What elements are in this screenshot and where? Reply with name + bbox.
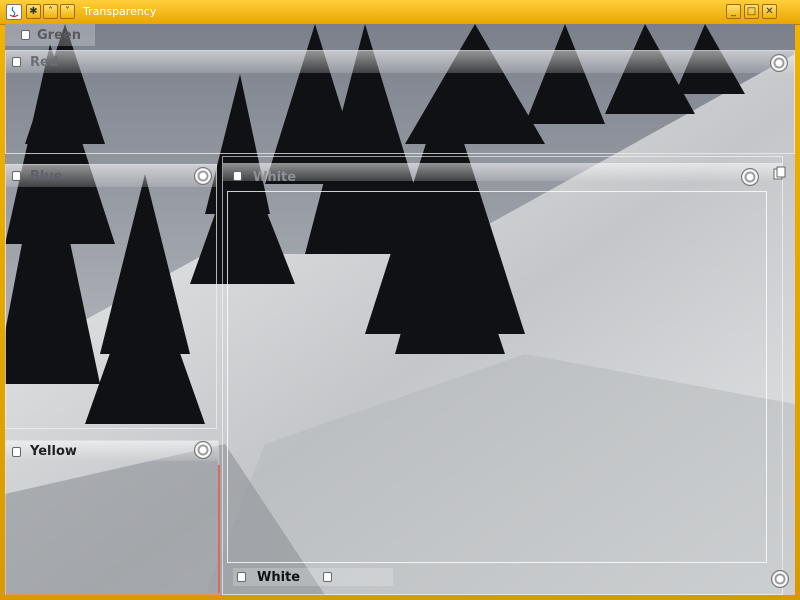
white-bottom-panel: White xyxy=(233,568,393,586)
title-bar[interactable]: ✱ ˄ ˅ Transparency _ □ ✕ xyxy=(0,0,800,25)
green-label: Green xyxy=(37,28,81,43)
radial-icon[interactable] xyxy=(741,168,759,186)
copy-icon[interactable] xyxy=(773,166,787,180)
red-panel: Red xyxy=(5,50,795,154)
red-checkbox[interactable] xyxy=(12,57,21,67)
extra-checkbox[interactable] xyxy=(323,572,332,582)
white-panel: White xyxy=(222,156,783,595)
yellow-checkbox[interactable] xyxy=(12,447,21,457)
transparency-canvas: Green Red Blue White Yellow White xyxy=(5,24,795,595)
radial-icon[interactable] xyxy=(771,570,789,588)
white-panel-header[interactable] xyxy=(223,163,782,181)
green-checkbox[interactable] xyxy=(21,30,30,40)
white-checkbox[interactable] xyxy=(233,171,242,181)
radial-icon[interactable] xyxy=(194,441,212,459)
yellow-panel: Yellow xyxy=(5,440,220,595)
yellow-panel-bottom-edge xyxy=(6,593,220,595)
sun-icon[interactable]: ✱ xyxy=(26,4,41,19)
chevron-up-icon[interactable]: ˄ xyxy=(43,4,58,19)
red-label: Red xyxy=(30,55,59,70)
blue-panel: Blue xyxy=(5,164,217,429)
maximize-icon[interactable]: □ xyxy=(744,4,759,19)
white-label: White xyxy=(253,170,297,185)
minimize-icon[interactable]: _ xyxy=(726,4,741,19)
chevron-down-icon[interactable]: ˅ xyxy=(60,4,75,19)
red-panel-header[interactable] xyxy=(6,51,794,73)
java-icon[interactable] xyxy=(6,4,22,20)
white-bottom-checkbox[interactable] xyxy=(237,572,246,582)
blue-checkbox[interactable] xyxy=(12,171,21,181)
application-window: ✱ ˄ ˅ Transparency _ □ ✕ Green Red Blue … xyxy=(0,0,800,600)
radial-icon[interactable] xyxy=(770,54,788,72)
close-icon[interactable]: ✕ xyxy=(762,4,777,19)
radial-icon[interactable] xyxy=(194,167,212,185)
yellow-label: Yellow xyxy=(30,444,77,459)
yellow-panel-edge xyxy=(218,465,220,595)
green-panel: Green xyxy=(5,24,95,46)
window-title: Transparency xyxy=(83,5,157,18)
blue-label: Blue xyxy=(30,169,63,184)
white-inner-frame xyxy=(227,191,767,563)
white-bottom-label: White xyxy=(257,570,301,585)
